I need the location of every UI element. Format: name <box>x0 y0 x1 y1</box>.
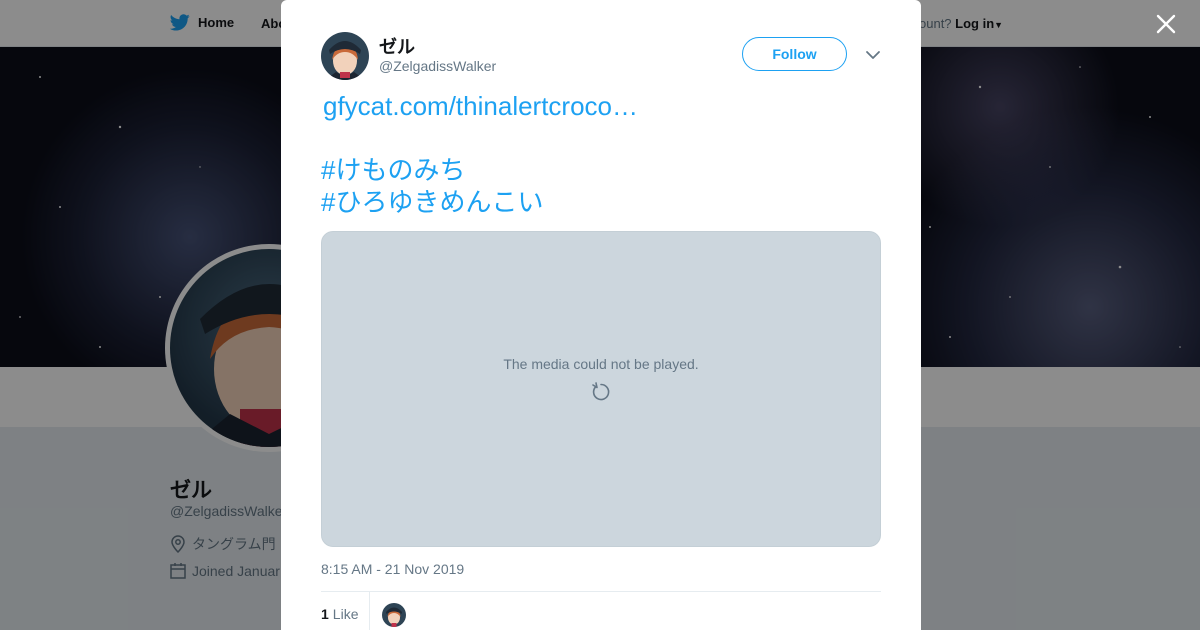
author-avatar[interactable] <box>321 32 369 80</box>
retry-icon[interactable] <box>590 381 612 403</box>
tweet-line-gap <box>321 122 881 154</box>
liker-avatar[interactable] <box>382 603 406 627</box>
chevron-down-icon[interactable] <box>864 46 882 64</box>
media-error-text: The media could not be played. <box>503 356 699 372</box>
divider <box>321 591 881 592</box>
follow-button[interactable]: Follow <box>742 37 847 71</box>
media-player[interactable]: The media could not be played. <box>321 231 881 547</box>
tweet-timestamp[interactable]: 8:15 AM - 21 Nov 2019 <box>321 561 464 577</box>
stats-separator <box>369 592 370 630</box>
author-name[interactable]: ゼル <box>379 33 415 59</box>
author-handle[interactable]: @ZelgadissWalker <box>379 58 496 74</box>
hashtag-link[interactable]: #ひろゆきめんこい <box>321 186 881 218</box>
likes-stat[interactable]: 1 Like <box>321 606 358 622</box>
likes-label: Like <box>332 606 359 622</box>
tweet-link[interactable]: gfycat.com/thinalertcroco… <box>321 90 881 122</box>
tweet-text: gfycat.com/thinalertcroco… #けものみち #ひろゆきめ… <box>321 90 881 218</box>
hashtag-link[interactable]: #けものみち <box>321 154 881 186</box>
likes-count: 1 <box>321 606 329 622</box>
liker-avatar-illustration <box>382 603 406 627</box>
close-icon[interactable] <box>1154 12 1178 36</box>
author-avatar-illustration <box>321 32 369 80</box>
tweet-modal: ゼル @ZelgadissWalker Follow gfycat.com/th… <box>281 0 921 630</box>
